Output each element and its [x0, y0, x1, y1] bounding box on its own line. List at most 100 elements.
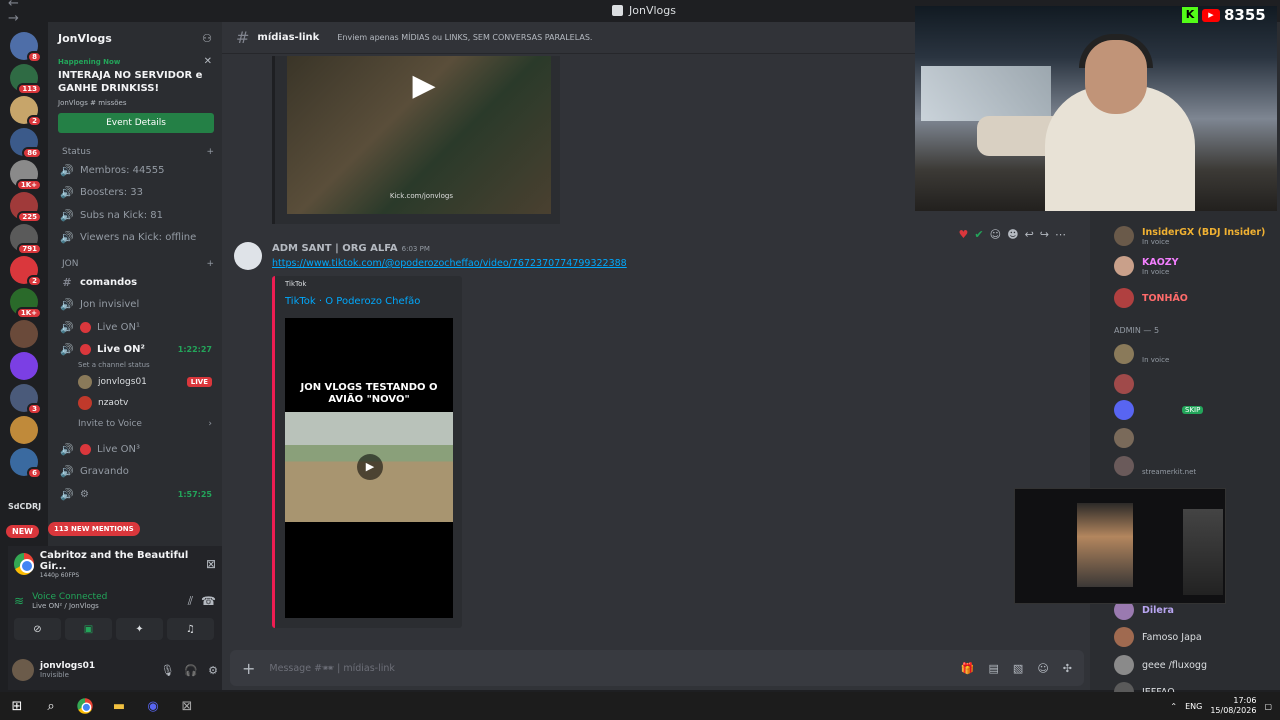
voice-location[interactable]: Live ON² / JonVlogs [32, 602, 107, 610]
server-icon[interactable]: 1K+ [10, 160, 42, 191]
folder-icon[interactable]: ▬ [102, 692, 136, 720]
channel-comandos[interactable]: # comandos [48, 271, 222, 294]
emoji-reaction-icon[interactable]: ☺ [990, 228, 1001, 241]
category-status[interactable]: Status + [48, 145, 222, 159]
member[interactable]: streamerkit.net [1114, 456, 1196, 476]
channel-other[interactable]: 🔊 ⚙ 1:57:25 [48, 483, 222, 506]
server-icon[interactable]: 1K+ [10, 288, 42, 319]
user-name: jonvlogs01 [40, 661, 96, 671]
reply-icon[interactable]: ↩ [1025, 228, 1034, 241]
voice-user[interactable]: jonvlogs01 LIVE [48, 371, 222, 392]
message-author[interactable]: ADM SANT | ORG ALFA [272, 243, 398, 254]
channel-live-on-2[interactable]: 🔊 Live ON² 1:22:27 [48, 339, 222, 362]
microphone-icon[interactable]: 🎙 [160, 664, 174, 677]
server-icon[interactable] [10, 416, 38, 444]
server-icon[interactable]: 2 [10, 256, 42, 287]
gif-icon[interactable]: ▤ [989, 662, 999, 675]
server-text-label[interactable]: SdCDRJ [8, 502, 41, 511]
message-composer[interactable]: + Message #🕶 | mídias-link 🎁 ▤ ▧ ☺ ✣ [230, 650, 1084, 686]
avatar[interactable] [234, 242, 262, 270]
close-icon[interactable]: ✕ [204, 56, 212, 67]
sticker-icon[interactable]: ▧ [1013, 662, 1023, 675]
noise-suppression-icon[interactable]: ⫽ [188, 594, 193, 609]
guild-header[interactable]: JonVlogs ⚇ [48, 22, 222, 54]
play-icon[interactable]: ▶ [357, 454, 383, 480]
new-pill[interactable]: NEW [6, 525, 39, 538]
activities-button[interactable]: ✦ [116, 618, 163, 640]
embed-video[interactable]: JON VLOGS TESTANDO O AVIÃO "NOVO" ▶ [285, 318, 453, 618]
message-link[interactable]: https://www.tiktok.com/@opoderozocheffao… [272, 258, 627, 269]
channel-live-on-3[interactable]: 🔊 Live ON³ [48, 438, 222, 461]
apps-icon[interactable]: ✣ [1063, 662, 1072, 675]
clock[interactable]: 17:06 15/08/2026 [1210, 696, 1256, 716]
server-icon[interactable]: 2 [10, 96, 42, 127]
add-channel-icon[interactable]: + [206, 259, 214, 269]
soundboard-button[interactable]: ♫ [167, 618, 214, 640]
event-details-button[interactable]: Event Details [58, 113, 214, 133]
app-taskbar-icon[interactable]: ⊠ [170, 692, 204, 720]
category-jon[interactable]: JON + [48, 257, 222, 271]
language-label[interactable]: ENG [1185, 702, 1202, 711]
channel-gravando[interactable]: 🔊 Gravando [48, 461, 222, 484]
add-friend-icon[interactable]: ⚇ [202, 32, 212, 45]
member[interactable]: Famoso Japa [1114, 627, 1202, 647]
message-input[interactable]: Message #🕶 | mídias-link [269, 663, 394, 674]
heart-reaction-icon[interactable]: ♥ [959, 228, 969, 241]
member[interactable]: geee /fluxogg [1114, 655, 1207, 675]
notification-icon[interactable]: ▢ [1264, 702, 1272, 711]
headphones-icon[interactable]: 🎧 [184, 664, 198, 677]
forward-icon[interactable]: ↪ [1040, 228, 1049, 241]
emoji-icon[interactable]: ☺ [1037, 662, 1048, 675]
server-icon[interactable]: 8 [10, 32, 42, 63]
voice-user[interactable]: nzaotv [48, 392, 222, 413]
member[interactable] [1114, 428, 1134, 448]
channel-live-on-1[interactable]: 🔊 Live ON¹ [48, 316, 222, 339]
invite-to-voice[interactable]: Invite to Voice › [48, 413, 222, 434]
live-dot-icon [80, 344, 91, 356]
member[interactable] [1114, 374, 1134, 394]
member[interactable]: SKIP [1114, 400, 1204, 420]
status-channel[interactable]: 🔊 Viewers na Kick: offline [48, 227, 222, 250]
server-icon[interactable]: 86 [10, 128, 42, 159]
disconnect-icon[interactable]: ☎ [201, 594, 216, 608]
discord-taskbar-icon[interactable]: ◉ [136, 692, 170, 720]
server-icon[interactable]: 113 [10, 64, 42, 95]
new-mentions-pill[interactable]: 113 NEW MENTIONS [48, 522, 140, 536]
camera-off-button[interactable]: ⊘ [14, 618, 61, 640]
server-icon[interactable]: 791 [10, 224, 42, 255]
play-icon[interactable]: ▶ [404, 66, 444, 106]
add-reaction-icon[interactable]: ☻ [1007, 228, 1018, 241]
server-icon[interactable]: 225 [10, 192, 42, 223]
tray-expand-icon[interactable]: ⌃ [1170, 702, 1177, 711]
member[interactable]: In voice [1114, 344, 1169, 364]
channel-topic[interactable]: Enviem apenas MÍDIAS ou LINKS, SEM CONVE… [337, 33, 592, 42]
chrome-taskbar-icon[interactable] [68, 692, 102, 720]
status-channel[interactable]: 🔊 Membros: 44555 [48, 159, 222, 182]
embed-title[interactable]: TikTok · O Poderozo Chefão [285, 296, 420, 307]
stop-stream-icon[interactable]: ⊠ [206, 557, 216, 571]
member[interactable]: TONHÃO [1114, 288, 1188, 308]
add-attachment-icon[interactable]: + [242, 659, 255, 678]
member[interactable]: KAOZY In voice [1114, 256, 1179, 276]
status-channel[interactable]: 🔊 Boosters: 33 [48, 182, 222, 205]
set-channel-status[interactable]: Set a channel status [48, 361, 222, 371]
video-thumbnail[interactable]: ▶ Kick.com/jonvlogs [287, 56, 551, 214]
activity-card[interactable]: Cabritoz and the Beautiful Gir... 1440p … [8, 546, 222, 582]
more-icon[interactable]: ⋯ [1055, 228, 1066, 241]
server-icon[interactable] [10, 320, 38, 348]
server-icon[interactable]: 6 [10, 448, 42, 479]
windows-start-icon[interactable]: ⊞ [0, 692, 34, 720]
voice-connected-label[interactable]: Voice Connected [32, 592, 107, 602]
search-icon[interactable]: ⌕ [34, 692, 68, 720]
gift-icon[interactable]: 🎁 [961, 662, 975, 675]
channel-jon-invisivel[interactable]: 🔊 Jon invisivel [48, 294, 222, 317]
server-icon[interactable]: 3 [10, 384, 42, 415]
status-channel[interactable]: 🔊 Subs na Kick: 81 [48, 204, 222, 227]
server-icon[interactable] [10, 352, 38, 380]
add-channel-icon[interactable]: + [206, 147, 214, 157]
check-reaction-icon[interactable]: ✔ [974, 228, 983, 241]
gear-icon[interactable]: ⚙ [208, 664, 218, 677]
screen-share-button[interactable]: ▣ [65, 618, 112, 640]
member[interactable]: InsiderGX (BDJ Insider) In voice [1114, 226, 1265, 246]
avatar[interactable] [12, 659, 34, 681]
